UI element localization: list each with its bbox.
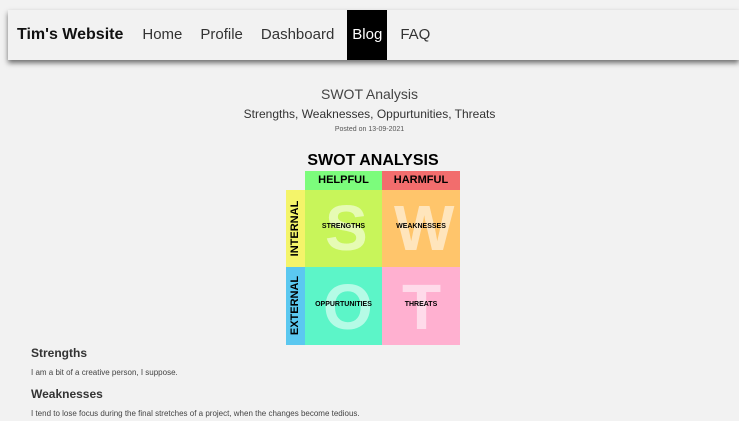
section-text-weaknesses: I tend to lose focus during the final st…: [31, 409, 360, 418]
oppurtunities-label: OPPURTUNITIES: [315, 301, 372, 308]
harmful-label: HARMFUL: [393, 174, 449, 186]
post-subtitle: Strengths, Weaknesses, Oppurtunities, Th…: [243, 107, 496, 121]
post-date: Posted on 13-09-2021: [334, 126, 405, 133]
weaknesses-quadrant: W WEAKNESSES: [382, 190, 460, 267]
strengths-quadrant: S STRENGTHS: [305, 190, 382, 267]
section-text-strengths: I am a bit of a creative person, I suppo…: [31, 368, 178, 377]
harmful-header: HARMFUL: [382, 171, 460, 190]
helpful-label: HELPFUL: [318, 174, 369, 186]
external-side: EXTERNAL: [286, 267, 305, 345]
swot-heading: SWOT ANALYSIS: [307, 152, 439, 169]
post-title: SWOT Analysis: [321, 86, 418, 102]
nav-link-faq[interactable]: FAQ: [391, 10, 439, 60]
section-heading-strengths: Strengths: [31, 346, 88, 360]
helpful-header: HELPFUL: [305, 171, 382, 190]
threats-label: THREATS: [404, 301, 438, 308]
section-heading-weaknesses: Weaknesses: [31, 387, 103, 401]
internal-label: INTERNAL: [289, 200, 301, 257]
navbar: Tim's Website Home Profile Dashboard Blo…: [8, 10, 739, 60]
internal-side: INTERNAL: [286, 190, 305, 267]
threats-quadrant: T THREATS: [382, 267, 460, 345]
oppurtunities-quadrant: O OPPURTUNITIES: [305, 267, 382, 345]
strengths-label: STRENGTHS: [321, 223, 366, 230]
site-brand[interactable]: Tim's Website: [17, 26, 123, 44]
nav-link-profile[interactable]: Profile: [191, 10, 252, 60]
external-label: EXTERNAL: [289, 275, 301, 336]
swot-image: SWOT ANALYSIS HELPFUL HARMFUL INTERNAL E…: [286, 151, 460, 345]
weaknesses-label: WEAKNESSES: [396, 223, 446, 230]
nav-link-blog[interactable]: Blog: [347, 10, 388, 60]
nav-link-home[interactable]: Home: [133, 10, 191, 60]
nav-link-dashboard[interactable]: Dashboard: [252, 10, 343, 60]
